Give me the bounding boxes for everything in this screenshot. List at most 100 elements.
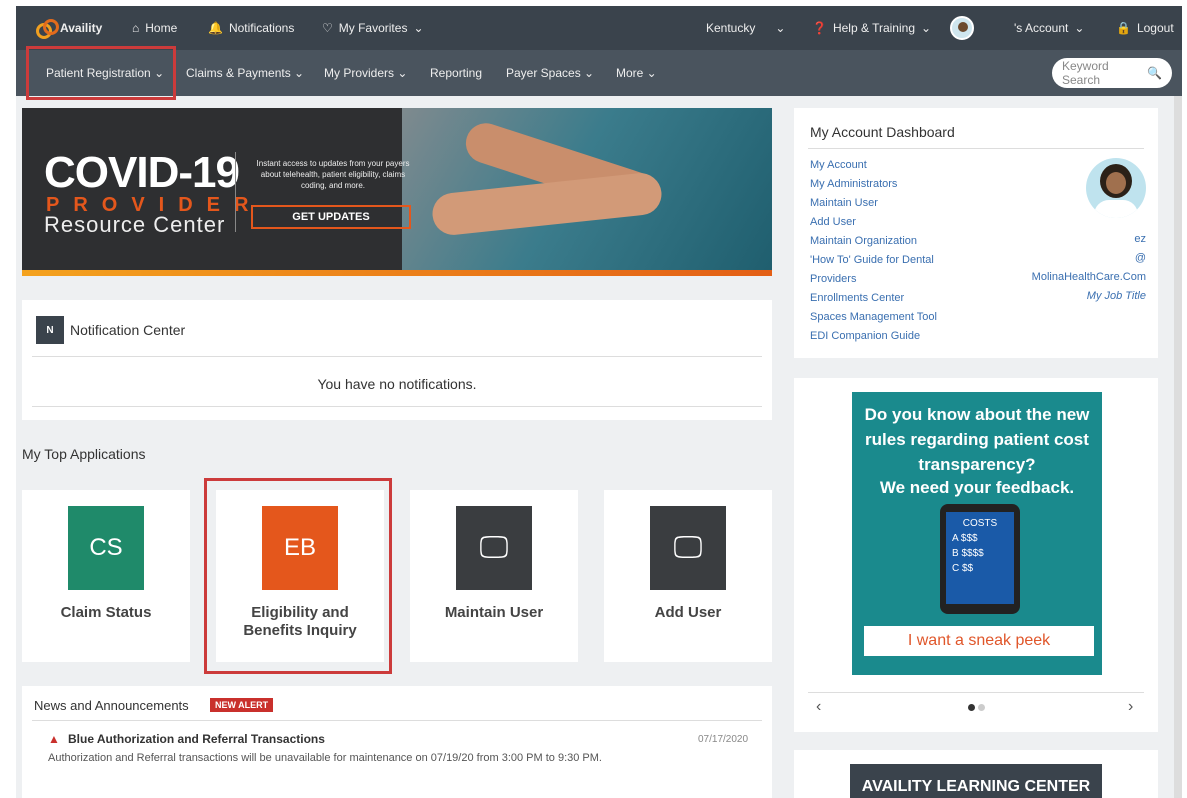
app-label: Maintain User: [444, 604, 544, 621]
banner-title: COVID-19: [44, 148, 240, 197]
banner-stripe: [22, 270, 772, 276]
highlight-box: [26, 46, 176, 100]
covid-banner[interactable]: COVID-19 PROVIDER Resource Center Instan…: [22, 108, 772, 276]
banner-resource: Resource Center: [44, 212, 226, 237]
news-title: News and Announcements: [34, 698, 189, 713]
phone-icon: COSTS A $$$ B $$$$ C $$: [940, 504, 1020, 614]
user-job-title: My Job Title: [1086, 290, 1146, 302]
user-avatar-large: [1086, 158, 1146, 218]
app-tile-add-user[interactable]: 🖵 Add User: [604, 490, 772, 662]
news-item-title[interactable]: Blue Authorization and Referral Transact…: [68, 732, 325, 746]
link-spaces-management[interactable]: Spaces Management Tool: [810, 308, 937, 327]
link-how-to-guide[interactable]: 'How To' Guide for Dental: [810, 251, 937, 270]
app-label: Add User: [654, 604, 722, 621]
nav-reporting[interactable]: Reporting: [430, 50, 482, 96]
carousel-next-icon[interactable]: ›: [1128, 698, 1133, 716]
phone-line: A $$$: [952, 533, 978, 544]
state-selector[interactable]: Kentucky ⌄: [706, 6, 785, 50]
chevron-down-icon: ⌄: [775, 21, 786, 35]
phone-line: COSTS: [962, 518, 998, 529]
banner-photo: [402, 108, 772, 276]
carousel-dot[interactable]: [978, 704, 985, 711]
home-link[interactable]: ⌂ Home: [132, 6, 177, 50]
ad-sub: We need your feedback.: [879, 478, 1075, 497]
link-my-administrators[interactable]: My Administrators: [810, 175, 937, 194]
warning-icon: ▲: [48, 732, 60, 746]
link-maintain-organization[interactable]: Maintain Organization: [810, 232, 937, 251]
lock-icon: 🔒: [1116, 21, 1131, 35]
notifications-label: Notifications: [228, 21, 295, 35]
notifications-link[interactable]: 🔔 Notifications: [208, 6, 294, 50]
notification-badge: N: [36, 316, 64, 344]
app-tile-claim-status[interactable]: CS Claim Status: [22, 490, 190, 662]
availity-logo-icon: [36, 19, 59, 39]
user-avatar[interactable]: [950, 6, 974, 50]
nav-label: My Providers: [324, 66, 395, 80]
main-nav: Patient Registration ⌄ Claims & Payments…: [16, 50, 1182, 96]
carousel-prev-icon[interactable]: ‹: [816, 698, 821, 716]
top-apps-title: My Top Applications: [22, 446, 146, 462]
chevron-down-icon: ⌄: [1074, 21, 1085, 35]
link-maintain-user[interactable]: Maintain User: [810, 194, 937, 213]
link-enrollments-center[interactable]: Enrollments Center: [810, 289, 937, 308]
help-label: Help & Training: [832, 21, 915, 35]
banner-divider: [235, 152, 236, 232]
monitor-icon: 🖵: [456, 506, 532, 590]
dashboard-title: My Account Dashboard: [810, 124, 955, 140]
feedback-ad[interactable]: Do you know about the new rules regardin…: [852, 392, 1102, 675]
home-icon: ⌂: [132, 21, 140, 35]
logout-link[interactable]: 🔒 Logout: [1116, 6, 1174, 50]
app-label: Claim Status: [60, 604, 152, 621]
learning-center-banner[interactable]: AVAILITY LEARNING CENTER: [850, 764, 1102, 798]
phone-line: C $$: [952, 563, 974, 574]
nav-payer-spaces[interactable]: Payer Spaces ⌄: [506, 50, 594, 96]
notification-empty: You have no notifications.: [317, 376, 477, 392]
avatar-icon: [950, 16, 974, 40]
link-my-account[interactable]: My Account: [810, 156, 937, 175]
link-add-user[interactable]: Add User: [810, 213, 937, 232]
new-alert-badge: NEW ALERT: [210, 698, 274, 712]
brand-logo[interactable]: Availity: [36, 6, 102, 50]
account-label: 's Account: [1014, 21, 1069, 35]
notification-center: N Notification Center You have no notifi…: [22, 300, 772, 420]
top-bar: Availity ⌂ Home 🔔 Notifications ♡ My Favori…: [16, 6, 1182, 50]
nav-label: Payer Spaces: [506, 66, 581, 80]
nav-claims-payments[interactable]: Claims & Payments ⌄: [186, 50, 304, 96]
favorites-menu[interactable]: ♡ My Favorites ⌄: [322, 6, 424, 50]
nav-label: Claims & Payments: [186, 66, 291, 80]
news-item-body: Authorization and Referral transactions …: [48, 752, 602, 764]
dashboard-links: My Account My Administrators Maintain Us…: [810, 156, 937, 346]
monitor-icon: 🖵: [650, 506, 726, 590]
carousel-dot-active[interactable]: [968, 704, 975, 711]
heart-icon: ♡: [322, 21, 333, 35]
phone-line: B $$$$: [952, 548, 984, 559]
nav-label: More: [616, 66, 644, 80]
user-info: ez @ MolinaHealthCare.Com My Job Title: [1032, 230, 1146, 306]
highlight-box: [204, 478, 392, 674]
keyword-search[interactable]: Keyword Search 🔍: [1052, 58, 1172, 88]
user-domain: MolinaHealthCare.Com: [1031, 271, 1146, 283]
user-name: ez: [1134, 233, 1146, 245]
home-label: Home: [145, 21, 178, 35]
search-icon[interactable]: 🔍: [1147, 66, 1162, 80]
cs-icon: CS: [68, 506, 144, 590]
nav-my-providers[interactable]: My Providers ⌄: [324, 50, 407, 96]
nav-more[interactable]: More ⌄: [616, 50, 657, 96]
scrollbar[interactable]: [1174, 96, 1182, 798]
sneak-peek-button[interactable]: I want a sneak peek: [864, 626, 1094, 656]
chevron-down-icon: ⌄: [413, 21, 424, 35]
app-tile-maintain-user[interactable]: 🖵 Maintain User: [410, 490, 578, 662]
brand-name: Availity: [60, 21, 103, 35]
get-updates-button[interactable]: GET UPDATES: [251, 205, 411, 229]
news-panel: News and Announcements NEW ALERT ▲ Blue …: [22, 686, 772, 798]
state-label: Kentucky: [706, 21, 756, 35]
search-input[interactable]: Keyword Search: [1062, 59, 1147, 87]
account-menu[interactable]: 's Account ⌄: [1014, 6, 1084, 50]
link-edi-guide[interactable]: EDI Companion Guide: [810, 327, 937, 346]
bell-icon: 🔔: [208, 21, 223, 35]
app-frame: Availity ⌂ Home 🔔 Notifications ♡ My Favori…: [16, 6, 1182, 798]
help-menu[interactable]: ❓ Help & Training ⌄: [812, 6, 931, 50]
link-providers[interactable]: Providers: [810, 270, 937, 289]
favorites-label: My Favorites: [338, 21, 408, 35]
logout-label: Logout: [1136, 21, 1174, 35]
